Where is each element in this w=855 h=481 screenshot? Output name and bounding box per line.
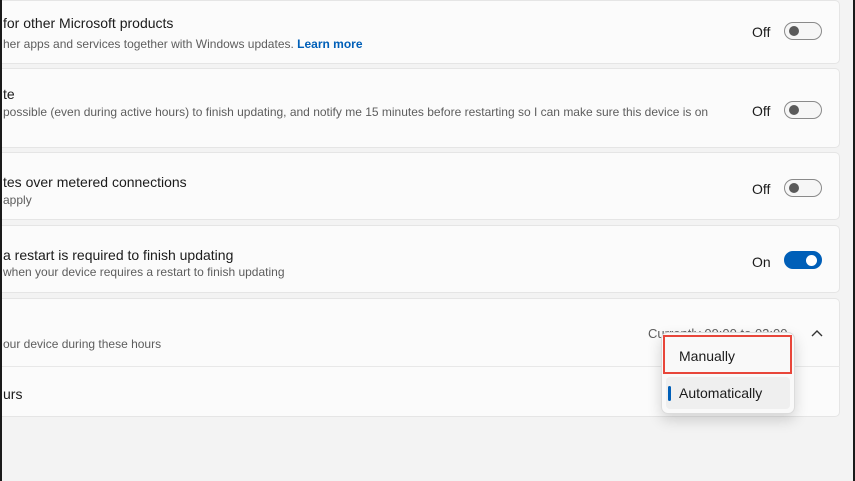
toggle-switch-restart-notify[interactable] xyxy=(784,251,822,269)
annotation-highlight-box xyxy=(663,335,792,374)
setting-card-restart-asap[interactable]: te possible (even during active hours) t… xyxy=(2,68,840,148)
setting-title: a restart is required to finish updating xyxy=(3,247,234,263)
setting-card-metered[interactable]: tes over metered connections apply Off xyxy=(2,152,840,220)
setting-description-text: her apps and services together with Wind… xyxy=(3,37,294,51)
learn-more-link[interactable]: Learn more xyxy=(297,37,362,51)
toggle-knob xyxy=(806,254,817,266)
active-hours-description: our device during these hours xyxy=(3,337,162,351)
toggle-state-label: On xyxy=(752,254,771,270)
option-automatically[interactable]: Automatically xyxy=(666,377,790,409)
toggle-switch-restart-asap[interactable] xyxy=(784,101,822,119)
toggle-state-label: Off xyxy=(752,24,771,40)
setting-title: for other Microsoft products xyxy=(3,15,174,31)
toggle-switch-other-products[interactable] xyxy=(784,22,822,40)
selected-indicator xyxy=(668,386,671,401)
toggle-state-label: Off xyxy=(752,103,771,119)
setting-title: tes over metered connections xyxy=(3,174,187,190)
setting-description: apply xyxy=(3,193,32,207)
toggle-knob xyxy=(789,183,799,193)
toggle-knob xyxy=(789,26,799,36)
setting-title: te xyxy=(3,86,15,102)
setting-card-other-products[interactable]: for other Microsoft products her apps an… xyxy=(2,0,840,64)
setting-description: her apps and services together with Wind… xyxy=(3,37,363,51)
setting-card-restart-notify[interactable]: a restart is required to finish updating… xyxy=(2,225,840,293)
setting-description: possible (even during active hours) to f… xyxy=(3,105,709,119)
chevron-up-icon[interactable] xyxy=(810,326,824,340)
option-automatically-label: Automatically xyxy=(679,385,763,401)
setting-description: when your device requires a restart to f… xyxy=(3,265,285,279)
adjust-active-hours-label: urs xyxy=(3,386,23,402)
toggle-state-label: Off xyxy=(752,181,771,197)
toggle-switch-metered[interactable] xyxy=(784,179,822,197)
toggle-knob xyxy=(789,105,799,115)
